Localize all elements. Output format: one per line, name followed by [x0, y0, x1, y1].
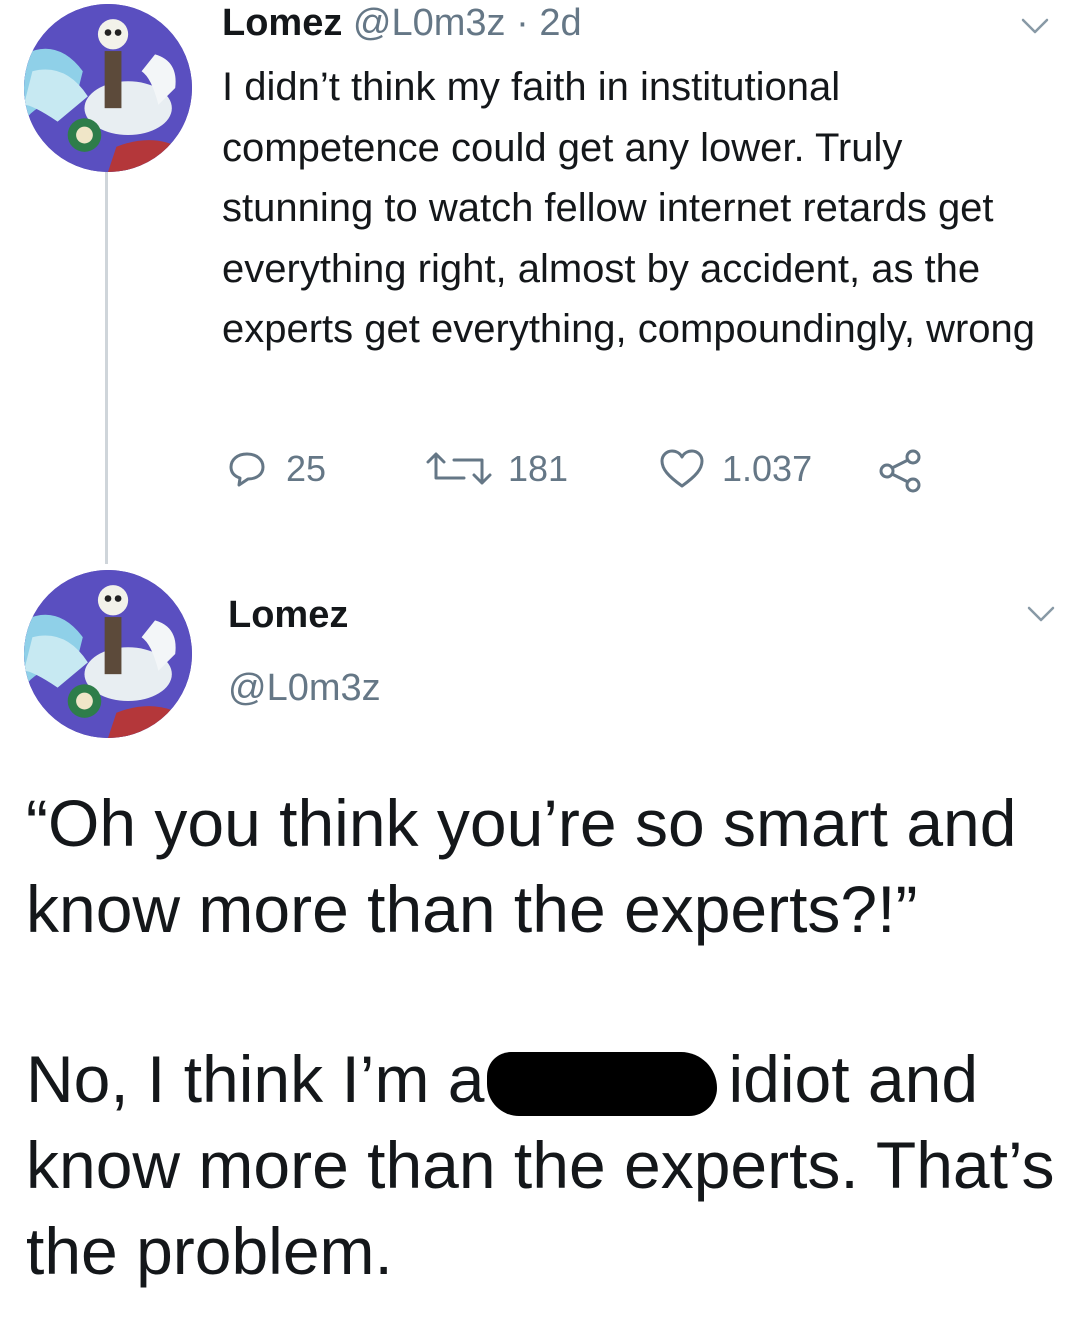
author-handle[interactable]: @L0m3z	[228, 667, 381, 710]
author-name[interactable]: Lomez	[222, 2, 342, 44]
reply-icon	[229, 452, 265, 487]
retweet-count: 181	[508, 448, 569, 489]
redaction-mark	[486, 1052, 717, 1116]
quote-paragraph: “Oh you think you’re so smart and know m…	[26, 786, 1017, 946]
answer-text-start: No, I think I’m a	[26, 1042, 485, 1116]
like-count: 1.037	[722, 448, 813, 489]
avatar-skeleton-horse-image	[24, 4, 192, 172]
retweet-icon	[426, 452, 492, 485]
tweet-text: I didn’t think my faith in institutional…	[222, 65, 1036, 351]
chevron-down-icon[interactable]	[1026, 604, 1056, 624]
tweet-text: “Oh you think you’re so smart and know m…	[26, 780, 1066, 1294]
reply-count: 25	[286, 448, 327, 489]
share-button[interactable]	[878, 448, 924, 494]
author-name[interactable]: Lomez	[228, 594, 348, 637]
chevron-down-icon[interactable]	[1020, 16, 1050, 36]
like-button[interactable]: 1.037	[658, 448, 812, 490]
author-handle[interactable]: @L0m3z	[353, 2, 506, 44]
reply-button[interactable]: 25	[226, 448, 326, 490]
avatar[interactable]	[24, 4, 192, 172]
tweet-header: Lomez @L0m3z · 2d	[222, 2, 582, 45]
answer-paragraph: No, I think I’m a idiot and know more tha…	[26, 1036, 1066, 1294]
avatar[interactable]	[24, 570, 192, 738]
like-icon	[660, 449, 704, 488]
share-icon	[879, 449, 921, 493]
tweet-time[interactable]: 2d	[539, 2, 581, 44]
dot-separator: ·	[516, 2, 529, 44]
avatar-skeleton-horse-image	[24, 570, 192, 738]
retweet-button[interactable]: 181	[420, 448, 568, 490]
thread-line	[105, 172, 108, 564]
